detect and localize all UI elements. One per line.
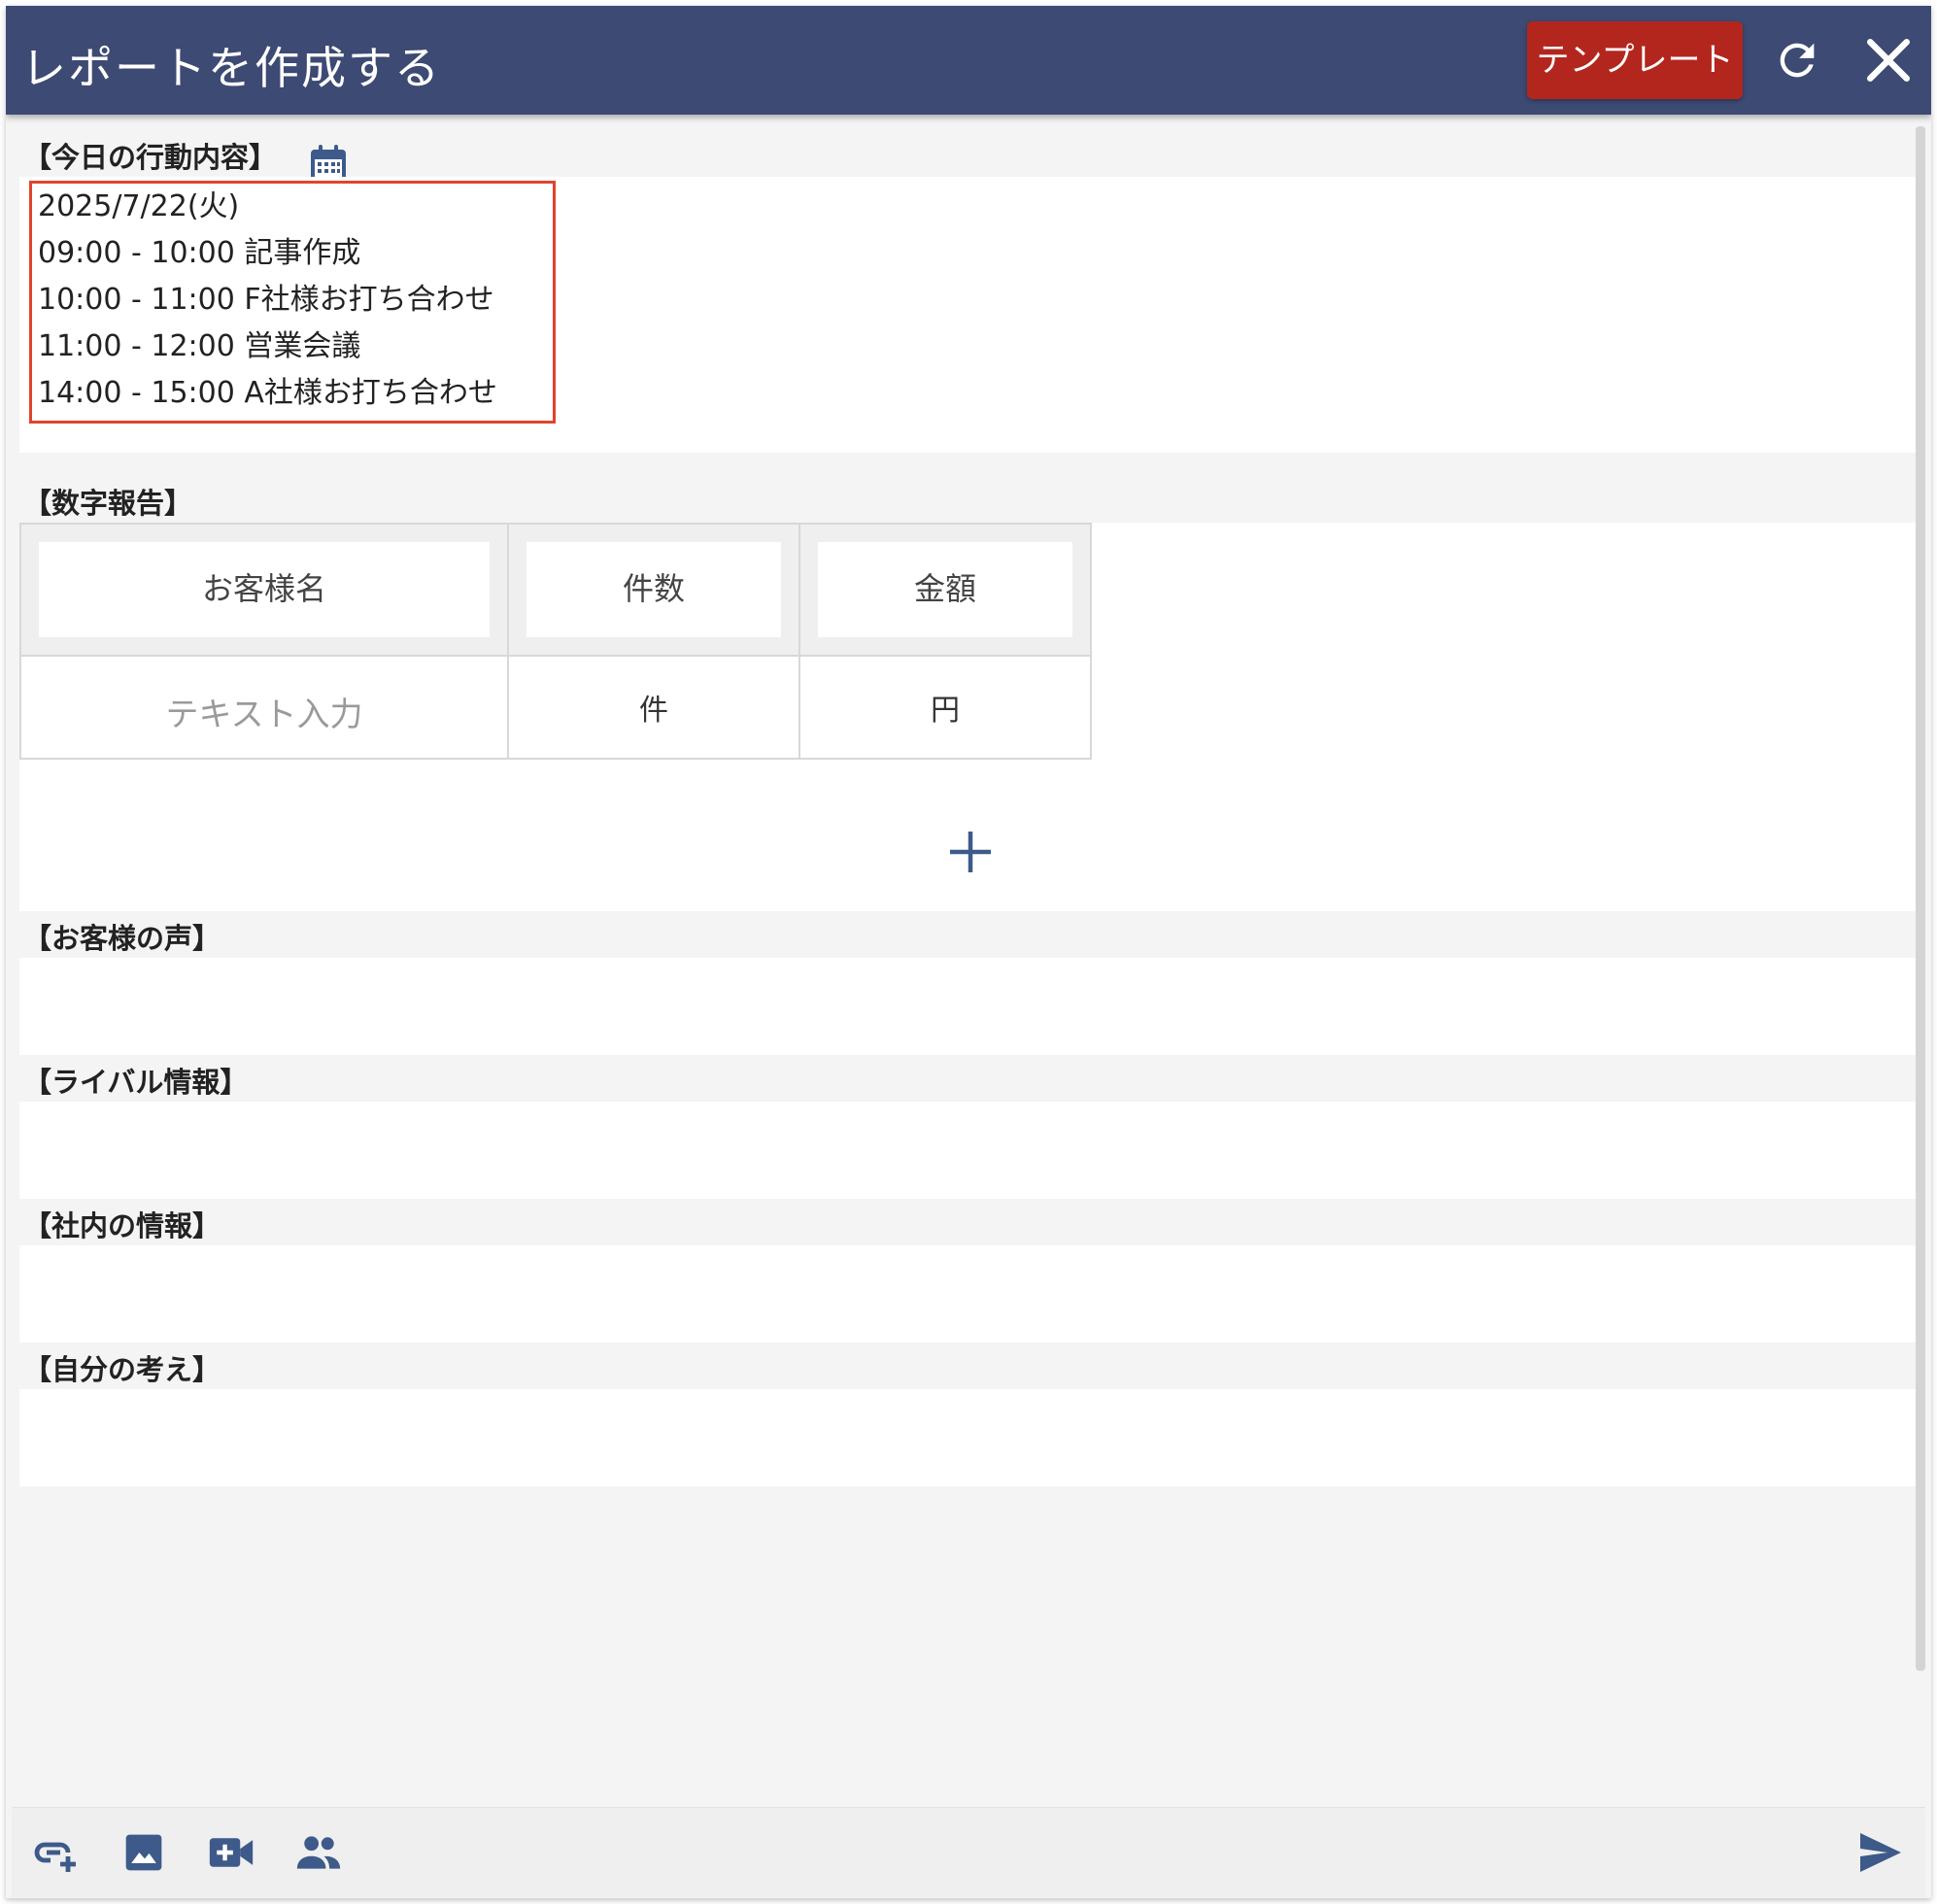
table-row: テキスト入力 件 円 bbox=[19, 655, 1092, 760]
link-add-icon[interactable] bbox=[33, 1831, 80, 1874]
numbers-section-header: 【数字報告】 bbox=[19, 476, 1921, 523]
numbers-label: 【数字報告】 bbox=[23, 487, 193, 520]
schedule-line: 14:00 - 15:00 A社様お打ち合わせ bbox=[38, 376, 497, 410]
header-customer: お客様名 bbox=[39, 542, 490, 637]
activity-label: 【今日の行動内容】 bbox=[23, 141, 278, 174]
numbers-table: お客様名 件数 金額 テキスト入力 件 円 bbox=[19, 523, 1092, 760]
image-icon[interactable] bbox=[122, 1831, 169, 1874]
dialog-header: レポートを作成する テンプレート bbox=[6, 6, 1931, 115]
schedule-selection: 2025/7/22(火) 09:00 - 10:00 記事作成 10:00 - … bbox=[29, 181, 556, 424]
internal-info-label: 【社内の情報】 bbox=[23, 1209, 221, 1242]
schedule-line: 11:00 - 12:00 営業会議 bbox=[38, 329, 361, 363]
activity-section-header: 【今日の行動内容】 bbox=[19, 130, 1921, 183]
footer-toolbar bbox=[12, 1807, 1925, 1897]
schedule-line: 09:00 - 10:00 記事作成 bbox=[38, 236, 361, 270]
refresh-icon[interactable] bbox=[1772, 35, 1822, 85]
customer-voice-editor[interactable] bbox=[19, 958, 1921, 1055]
scrollbar[interactable] bbox=[1916, 126, 1925, 1671]
own-thoughts-section-header: 【自分の考え】 bbox=[19, 1343, 1921, 1389]
table-header-row: お客様名 件数 金額 bbox=[19, 523, 1092, 657]
count-input[interactable]: 件 bbox=[507, 655, 800, 760]
rival-info-section-header: 【ライバル情報】 bbox=[19, 1055, 1921, 1102]
header-count: 件数 bbox=[527, 542, 781, 637]
plus-icon[interactable] bbox=[948, 830, 993, 874]
customer-input[interactable]: テキスト入力 bbox=[19, 655, 509, 760]
activity-editor[interactable]: 2025/7/22(火) 09:00 - 10:00 記事作成 10:00 - … bbox=[19, 177, 1921, 453]
numbers-area: お客様名 件数 金額 テキスト入力 件 円 bbox=[19, 523, 1921, 911]
internal-info-editor[interactable] bbox=[19, 1245, 1921, 1343]
template-button[interactable]: テンプレート bbox=[1527, 21, 1743, 99]
report-dialog: レポートを作成する テンプレート 【今日の行動内容】 2025/7/22(火) … bbox=[6, 6, 1931, 1898]
dialog-title: レポートを作成する bbox=[21, 42, 441, 94]
rival-info-editor[interactable] bbox=[19, 1102, 1921, 1199]
own-thoughts-label: 【自分の考え】 bbox=[23, 1353, 221, 1386]
own-thoughts-editor[interactable] bbox=[19, 1389, 1921, 1486]
header-amount: 金額 bbox=[818, 542, 1072, 637]
send-icon[interactable] bbox=[1855, 1831, 1904, 1874]
rival-info-label: 【ライバル情報】 bbox=[23, 1066, 249, 1099]
customer-voice-label: 【お客様の声】 bbox=[23, 922, 221, 955]
schedule-date: 2025/7/22(火) bbox=[38, 189, 240, 223]
report-content: 【今日の行動内容】 2025/7/22(火) 09:00 - 10:00 記事作… bbox=[19, 130, 1921, 1486]
close-icon[interactable] bbox=[1859, 31, 1918, 89]
people-icon[interactable] bbox=[295, 1831, 342, 1874]
customer-voice-section-header: 【お客様の声】 bbox=[19, 911, 1921, 958]
amount-input[interactable]: 円 bbox=[799, 655, 1092, 760]
schedule-line: 10:00 - 11:00 F社様お打ち合わせ bbox=[38, 283, 494, 317]
video-add-icon[interactable] bbox=[208, 1831, 255, 1874]
internal-info-section-header: 【社内の情報】 bbox=[19, 1199, 1921, 1245]
